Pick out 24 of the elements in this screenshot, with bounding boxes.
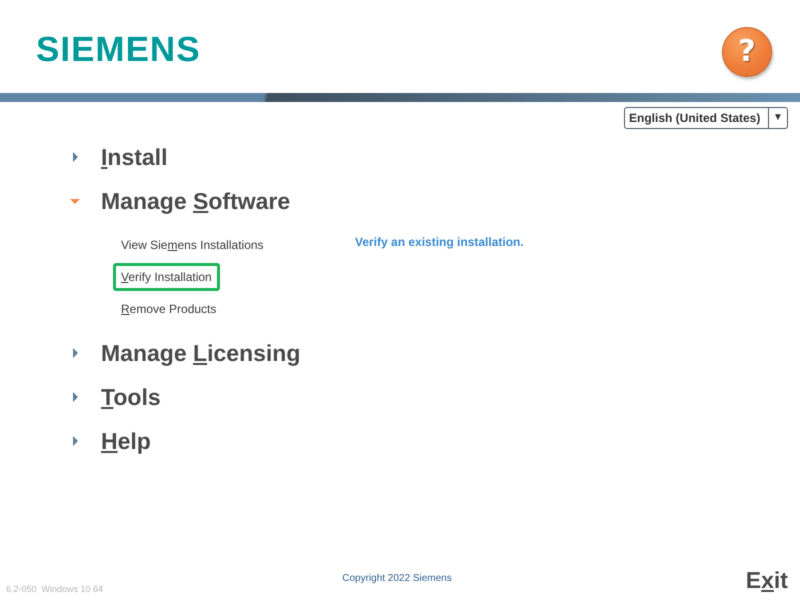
menu-item[interactable]: Verify Installation: [113, 263, 220, 291]
expanded-triangle-icon: [70, 196, 80, 206]
copyright-text: Copyright 2022 Siemens: [342, 573, 452, 584]
menu-heading[interactable]: Install: [70, 135, 355, 179]
menu-heading[interactable]: Tools: [70, 375, 355, 419]
siemens-logo: SIEMENS: [36, 30, 201, 70]
collapsed-triangle-icon: [70, 436, 80, 446]
menu-heading-text: Help: [101, 428, 151, 454]
collapsed-triangle-icon: [70, 392, 80, 402]
collapsed-triangle-icon: [70, 152, 80, 162]
menu-heading[interactable]: Manage Software: [70, 179, 355, 223]
menu-heading[interactable]: Manage Licensing: [70, 331, 355, 375]
menu-heading-text: Install: [101, 144, 168, 170]
menu-item[interactable]: View Siemens Installations: [113, 231, 272, 259]
language-select[interactable]: English (United States) ▼: [624, 107, 788, 129]
collapsed-triangle-icon: [70, 348, 80, 358]
exit-button[interactable]: Exit: [746, 567, 788, 594]
menu-heading-text: Tools: [101, 384, 161, 410]
menu-heading-text: Manage Licensing: [101, 340, 300, 366]
description-text: Verify an existing installation.: [355, 235, 524, 249]
version-text: 6.2-050 Windows 10 64: [6, 584, 104, 594]
menu-heading-text: Manage Software: [101, 188, 290, 214]
menu-item[interactable]: Remove Products: [113, 295, 224, 323]
menu-heading[interactable]: Help: [70, 419, 355, 463]
